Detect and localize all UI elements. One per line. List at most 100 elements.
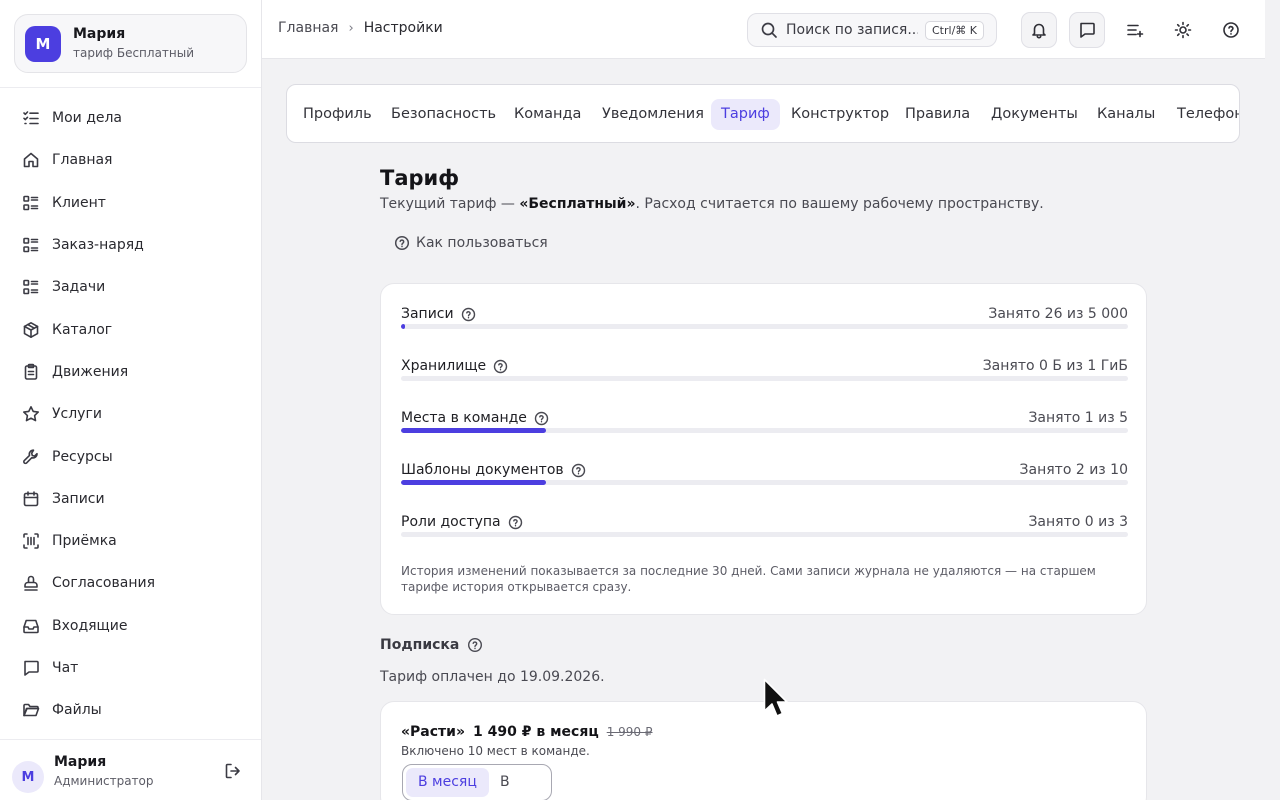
usage-count: Занято 0 из 3 (1028, 514, 1128, 530)
usage-label-text: Места в команде (401, 410, 527, 426)
usage-label-text: Записи (401, 306, 454, 322)
page-subtitle: Текущий тариф — «Бесплатный». Расход счи… (380, 196, 1044, 212)
sidebar-item-home[interactable]: Главная (0, 139, 261, 181)
usage-label: Места в команде (401, 410, 549, 426)
usage-count: Занято 1 из 5 (1028, 410, 1128, 426)
logout-icon (225, 763, 240, 779)
plan-price: 1 490 ₽ в месяц (473, 724, 599, 740)
tab-team[interactable]: Команда (504, 99, 591, 130)
search-input[interactable] (786, 22, 918, 38)
subtitle-text: . Расход считается по вашему рабочему пр… (635, 196, 1044, 212)
sidebar-item-movements[interactable]: Движения (0, 351, 261, 393)
workspace-avatar: М (25, 26, 61, 62)
sidebar-item-label: Клиент (52, 194, 106, 211)
clipboard-icon (24, 363, 38, 380)
chevron-right-icon: › (348, 20, 354, 36)
sidebar-item-work-order[interactable]: Заказ-наряд (0, 224, 261, 266)
help-icon (1223, 22, 1239, 38)
period-monthly-button[interactable]: В месяц (406, 768, 489, 797)
sidebar-item-resources[interactable]: Ресурсы (0, 435, 261, 477)
usage-count: Занято 0 Б из 1 ГиБ (982, 358, 1128, 374)
help-icon[interactable] (493, 359, 508, 374)
tab-rules[interactable]: Правила (895, 99, 980, 130)
plan-included: Включено 10 мест в команде. (401, 744, 590, 758)
sidebar-nav: Мои дела Главная Клиент Заказ-наряд Зада… (0, 97, 261, 731)
star-icon (23, 406, 39, 422)
paid-until: Тариф оплачен до 19.09.2026. (380, 669, 605, 685)
usage-progress (401, 376, 1128, 381)
usage-progress-fill (401, 428, 547, 433)
list-icon (23, 195, 39, 211)
tab-plan[interactable]: Тариф (711, 99, 780, 130)
usage-row-doc-templates: Шаблоны документов Занято 2 из 10 (401, 462, 1128, 502)
sidebar-item-tasks[interactable]: Задачи (0, 266, 261, 308)
breadcrumb-home[interactable]: Главная (278, 20, 338, 36)
sidebar: М Мария тариф Бесплатный Мои дела Главна… (0, 0, 262, 800)
logout-button[interactable] (224, 762, 242, 780)
subscription-heading: Подписка (380, 637, 483, 653)
usage-label: Хранилище (401, 358, 508, 374)
notifications-button[interactable] (1021, 12, 1057, 48)
search-box[interactable]: Ctrl/⌘ K (747, 13, 997, 47)
sidebar-item-label: Главная (52, 152, 113, 169)
sidebar-item-label: Движения (52, 363, 129, 380)
usage-label: Шаблоны документов (401, 462, 586, 478)
tab-builder[interactable]: Конструктор (781, 99, 899, 130)
plan-old-price: 1 990 ₽ (606, 725, 653, 739)
sun-icon (1174, 21, 1192, 39)
workspace-plan: тариф Бесплатный (73, 46, 195, 60)
theme-toggle[interactable] (1165, 12, 1201, 48)
help-icon[interactable] (467, 637, 483, 653)
user-role: Администратор (54, 774, 154, 788)
bell-icon (1032, 23, 1046, 39)
user-avatar[interactable]: М (12, 761, 44, 793)
sidebar-item-intake[interactable]: Приёмка (0, 520, 261, 562)
tab-telephony[interactable]: Телефония (1167, 99, 1239, 130)
user-name: Мария (54, 754, 107, 770)
how-to-use-link[interactable]: Как пользоваться (394, 235, 548, 251)
help-icon[interactable] (571, 463, 586, 478)
workspace-switcher[interactable]: М Мария тариф Бесплатный (14, 14, 247, 73)
tab-profile[interactable]: Профиль (293, 99, 382, 130)
help-icon[interactable] (508, 515, 523, 530)
help-icon[interactable] (534, 411, 549, 426)
sidebar-item-approvals[interactable]: Согласования (0, 562, 261, 604)
subscription-title: Подписка (380, 637, 460, 653)
sidebar-item-my-tasks[interactable]: Мои дела (0, 97, 261, 139)
period-yearly-button[interactable]: В год (488, 768, 551, 797)
tab-security[interactable]: Безопасность (381, 99, 506, 130)
help-icon[interactable] (461, 307, 476, 322)
usage-row-access-roles: Роли доступа Занято 0 из 3 (401, 514, 1128, 554)
scan-icon (23, 533, 39, 549)
plan-line: «Расти» 1 490 ₽ в месяц 1 990 ₽ (401, 724, 653, 740)
sidebar-item-label: Ресурсы (52, 448, 113, 465)
tab-channels[interactable]: Каналы (1087, 99, 1165, 130)
usage-label-text: Роли доступа (401, 514, 501, 530)
tab-notifications[interactable]: Уведомления (592, 99, 714, 130)
usage-count: Занято 2 из 10 (1019, 462, 1128, 478)
calendar-icon (23, 491, 39, 507)
sidebar-item-chat[interactable]: Чат (0, 647, 261, 689)
sidebar-item-client[interactable]: Клиент (0, 182, 261, 224)
sidebar-item-bookings[interactable]: Записи (0, 478, 261, 520)
inbox-icon (23, 619, 39, 634)
messages-button[interactable] (1069, 12, 1105, 48)
usage-label-text: Хранилище (401, 358, 487, 374)
folder-icon (23, 703, 40, 717)
sidebar-item-catalog[interactable]: Каталог (0, 308, 261, 350)
usage-label: Роли доступа (401, 514, 523, 530)
plan-name: «Расти» (401, 724, 466, 740)
sidebar-item-inbox[interactable]: Входящие (0, 605, 261, 647)
sidebar-item-services[interactable]: Услуги (0, 393, 261, 435)
page-title: Тариф (380, 166, 460, 190)
chat-icon (24, 660, 39, 676)
help-button[interactable] (1213, 12, 1249, 48)
sidebar-item-label: Услуги (52, 406, 102, 423)
sidebar-item-files[interactable]: Файлы (0, 689, 261, 731)
task-list-button[interactable] (1117, 12, 1153, 48)
topbar: Главная › Настройки Ctrl/⌘ K (262, 0, 1265, 59)
wrench-icon (23, 448, 38, 464)
tab-documents[interactable]: Документы (981, 99, 1088, 130)
how-to-use-label: Как пользоваться (416, 235, 548, 251)
sidebar-item-label: Каталог (52, 321, 113, 338)
